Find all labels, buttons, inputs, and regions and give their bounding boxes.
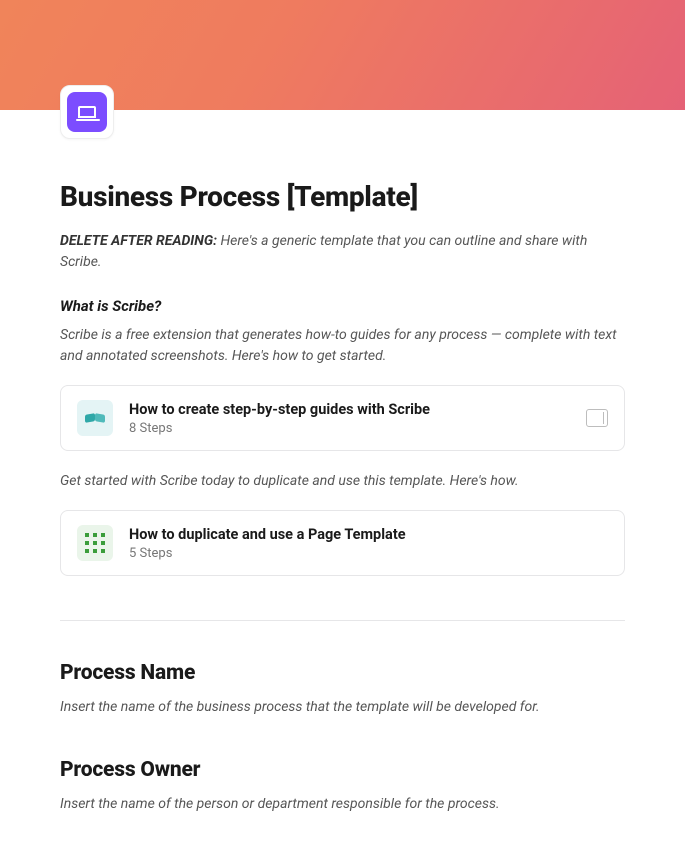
guide-card-meta: 5 Steps	[129, 546, 608, 561]
section-text: Insert the name of the business process …	[60, 697, 625, 718]
section-divider	[60, 620, 625, 621]
grid-icon	[77, 525, 113, 561]
delete-note-label: DELETE AFTER READING:	[60, 233, 217, 249]
page-title: Business Process [Template]	[60, 110, 625, 213]
delete-note: DELETE AFTER READING: Here's a generic t…	[60, 231, 625, 273]
intro-heading: What is Scribe?	[60, 297, 625, 315]
handshake-icon	[77, 400, 113, 436]
guide-card[interactable]: How to create step-by-step guides with S…	[60, 385, 625, 451]
panel-icon[interactable]	[586, 409, 608, 427]
guide-card-meta: 8 Steps	[129, 421, 570, 436]
app-icon-badge	[60, 85, 114, 139]
laptop-icon	[67, 92, 107, 132]
section-heading: Process Name	[60, 661, 625, 685]
document-content: Business Process [Template] DELETE AFTER…	[0, 110, 685, 855]
section-heading: Process Owner	[60, 758, 625, 782]
section-text: Insert the name of the person or departm…	[60, 794, 625, 815]
guide-card-title: How to duplicate and use a Page Template	[129, 526, 608, 543]
guide-card[interactable]: How to duplicate and use a Page Template…	[60, 510, 625, 576]
mid-text: Get started with Scribe today to duplica…	[60, 471, 625, 492]
guide-card-title: How to create step-by-step guides with S…	[129, 401, 570, 418]
intro-text: Scribe is a free extension that generate…	[60, 325, 625, 367]
